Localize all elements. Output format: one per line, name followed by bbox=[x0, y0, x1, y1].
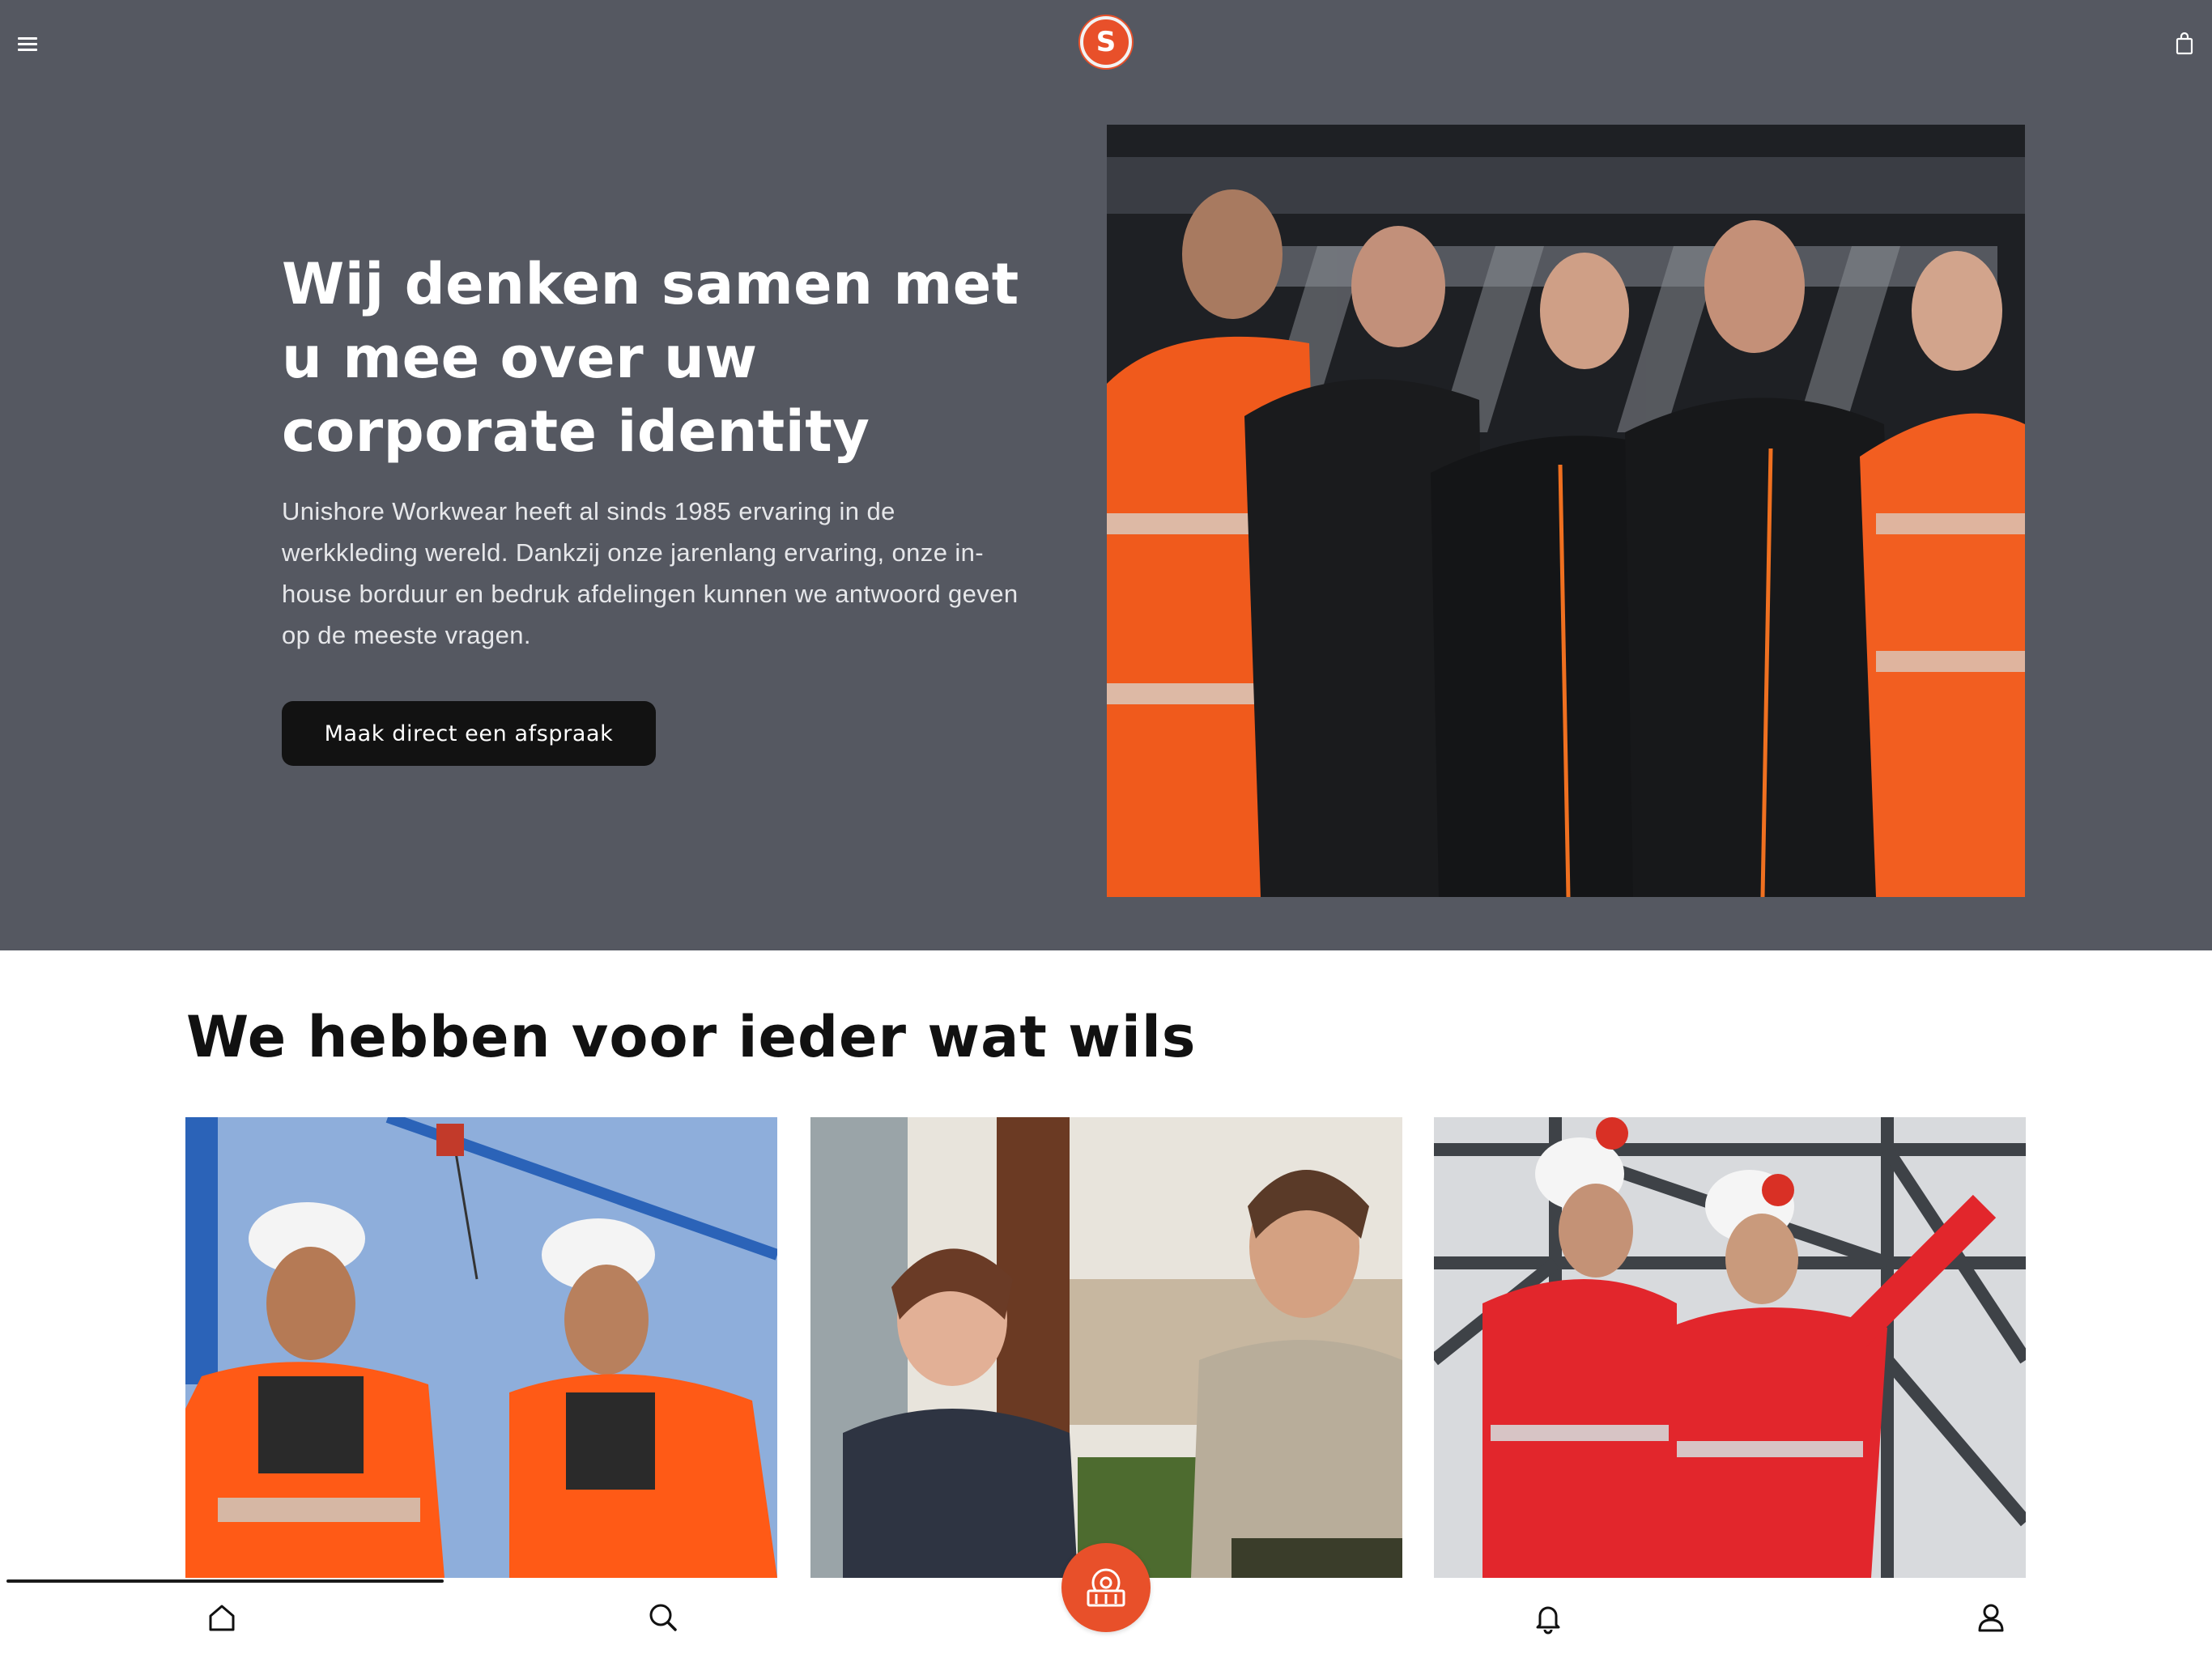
industrial-workers-photo[interactable] bbox=[1434, 1117, 2026, 1578]
hamburger-menu-icon[interactable] bbox=[16, 31, 40, 55]
team-workwear-photo bbox=[1107, 125, 2025, 897]
hero-title: Wij denken samen met u mee over uw corpo… bbox=[282, 251, 1019, 465]
section-title: We hebben voor ieder wat wils bbox=[186, 1004, 1197, 1070]
hero-section: Wij denken samen met u mee over uw corpo… bbox=[0, 86, 2212, 950]
logo-letter: S bbox=[1095, 26, 1117, 58]
search-icon[interactable] bbox=[645, 1600, 681, 1635]
scroll-indicator bbox=[6, 1579, 444, 1583]
make-appointment-button[interactable]: Maak direct een afspraak bbox=[282, 701, 656, 766]
construction-workers-photo[interactable] bbox=[185, 1117, 777, 1578]
store-icon[interactable] bbox=[1061, 1543, 1151, 1632]
bell-icon[interactable] bbox=[1530, 1600, 1566, 1635]
unishore-logo[interactable]: S bbox=[1080, 16, 1132, 68]
hero-description: Unishore Workwear heeft al sinds 1985 er… bbox=[282, 497, 1019, 649]
shopping-bag-icon[interactable] bbox=[2172, 31, 2197, 57]
home-icon[interactable] bbox=[204, 1600, 240, 1635]
top-bar: S bbox=[0, 0, 2212, 86]
hospitality-staff-photo[interactable] bbox=[810, 1117, 1402, 1578]
user-icon[interactable] bbox=[1973, 1600, 2009, 1635]
